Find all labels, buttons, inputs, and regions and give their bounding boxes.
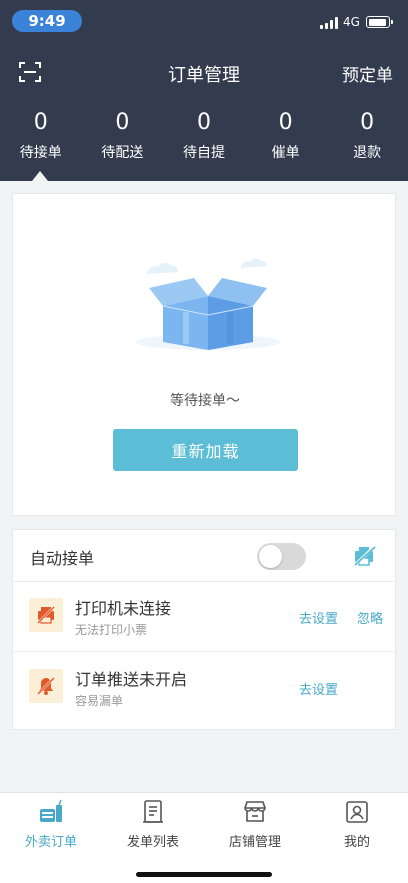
printer-settings-link[interactable]: 去设置 <box>299 608 338 627</box>
empty-state-card: 等待接单～ 重新加载 <box>12 193 396 516</box>
bell-off-icon <box>29 669 63 703</box>
scan-icon[interactable] <box>18 60 42 84</box>
store-icon <box>244 801 266 822</box>
profile-icon <box>346 801 368 823</box>
tab-label: 我的 <box>343 835 370 850</box>
alert-subtitle: 容易漏单 <box>75 694 124 708</box>
alert-subtitle: 无法打印小票 <box>75 623 148 637</box>
order-status-tabs: 0 待接单 0 待配送 0 待自提 0 催单 0 退款 <box>0 110 408 170</box>
tab-pending-delivery[interactable]: 0 待配送 <box>82 110 164 170</box>
printer-off-icon <box>29 598 63 632</box>
bottom-tab-bar: 外卖订单 发单列表 店铺管理 我的 <box>0 792 408 883</box>
battery-icon <box>366 16 393 28</box>
ignore-link[interactable]: 忽略 <box>357 608 383 627</box>
tab-label: 催单 <box>271 145 300 161</box>
tab-label: 待配送 <box>101 145 144 161</box>
push-settings-link[interactable]: 去设置 <box>299 679 338 698</box>
signal-icon <box>320 17 340 29</box>
tab-count: 0 <box>33 110 48 135</box>
auto-accept-row: 自动接单 <box>13 530 397 582</box>
tab-count: 0 <box>115 110 130 135</box>
tab-label: 外卖订单 <box>24 835 77 850</box>
tab-label: 发单列表 <box>126 835 179 850</box>
empty-state-message: 等待接单～ <box>170 393 240 409</box>
home-indicator <box>136 872 272 877</box>
status-time: 9:49 <box>12 10 82 32</box>
empty-box-icon <box>136 258 280 350</box>
tab-takeout-orders[interactable]: 外卖订单 <box>0 799 102 850</box>
tab-reminders[interactable]: 0 催单 <box>245 110 327 170</box>
tab-count: 0 <box>196 110 211 135</box>
list-doc-icon <box>143 800 163 823</box>
header: 9:49 4G 订单管理 预定单 0 待接单 0 待配送 0 待自提 0 催单 … <box>0 0 408 181</box>
navbar: 订单管理 预定单 <box>0 52 408 92</box>
reservation-orders-button[interactable]: 预定单 <box>342 61 393 86</box>
tab-count: 0 <box>278 110 293 135</box>
tab-label: 待自提 <box>182 145 225 161</box>
alert-row-printer: 打印机未连接 无法打印小票 去设置 忽略 <box>13 582 397 652</box>
reload-button[interactable]: 重新加载 <box>113 429 298 471</box>
active-tab-indicator <box>32 171 48 181</box>
tab-count: 0 <box>360 110 375 135</box>
tab-label: 退款 <box>353 145 382 161</box>
auto-accept-label: 自动接单 <box>30 549 95 568</box>
tab-label: 店铺管理 <box>228 835 281 850</box>
tab-profile[interactable]: 我的 <box>306 799 408 850</box>
alert-title: 打印机未连接 <box>75 599 172 618</box>
auto-accept-toggle[interactable] <box>257 543 306 570</box>
tab-store-management[interactable]: 店铺管理 <box>204 799 306 850</box>
network-type: 4G <box>343 15 360 29</box>
tab-label: 待接单 <box>19 145 62 161</box>
order-settings-card: 自动接单 打印机未连接 无法打印小票 去设置 忽略 订单推送未开启 容易漏单 去… <box>12 529 397 730</box>
tab-refunds[interactable]: 0 退款 <box>326 110 408 170</box>
tab-dispatch-list[interactable]: 发单列表 <box>102 799 204 850</box>
toggle-knob <box>259 545 282 568</box>
takeout-icon <box>40 799 62 822</box>
tab-pending-pickup[interactable]: 0 待自提 <box>163 110 245 170</box>
tab-pending-accept[interactable]: 0 待接单 <box>0 110 82 170</box>
status-bar: 9:49 4G <box>0 0 408 44</box>
alert-title: 订单推送未开启 <box>75 670 188 689</box>
printer-off-icon[interactable] <box>353 545 377 567</box>
alert-row-push: 订单推送未开启 容易漏单 去设置 <box>13 653 397 723</box>
